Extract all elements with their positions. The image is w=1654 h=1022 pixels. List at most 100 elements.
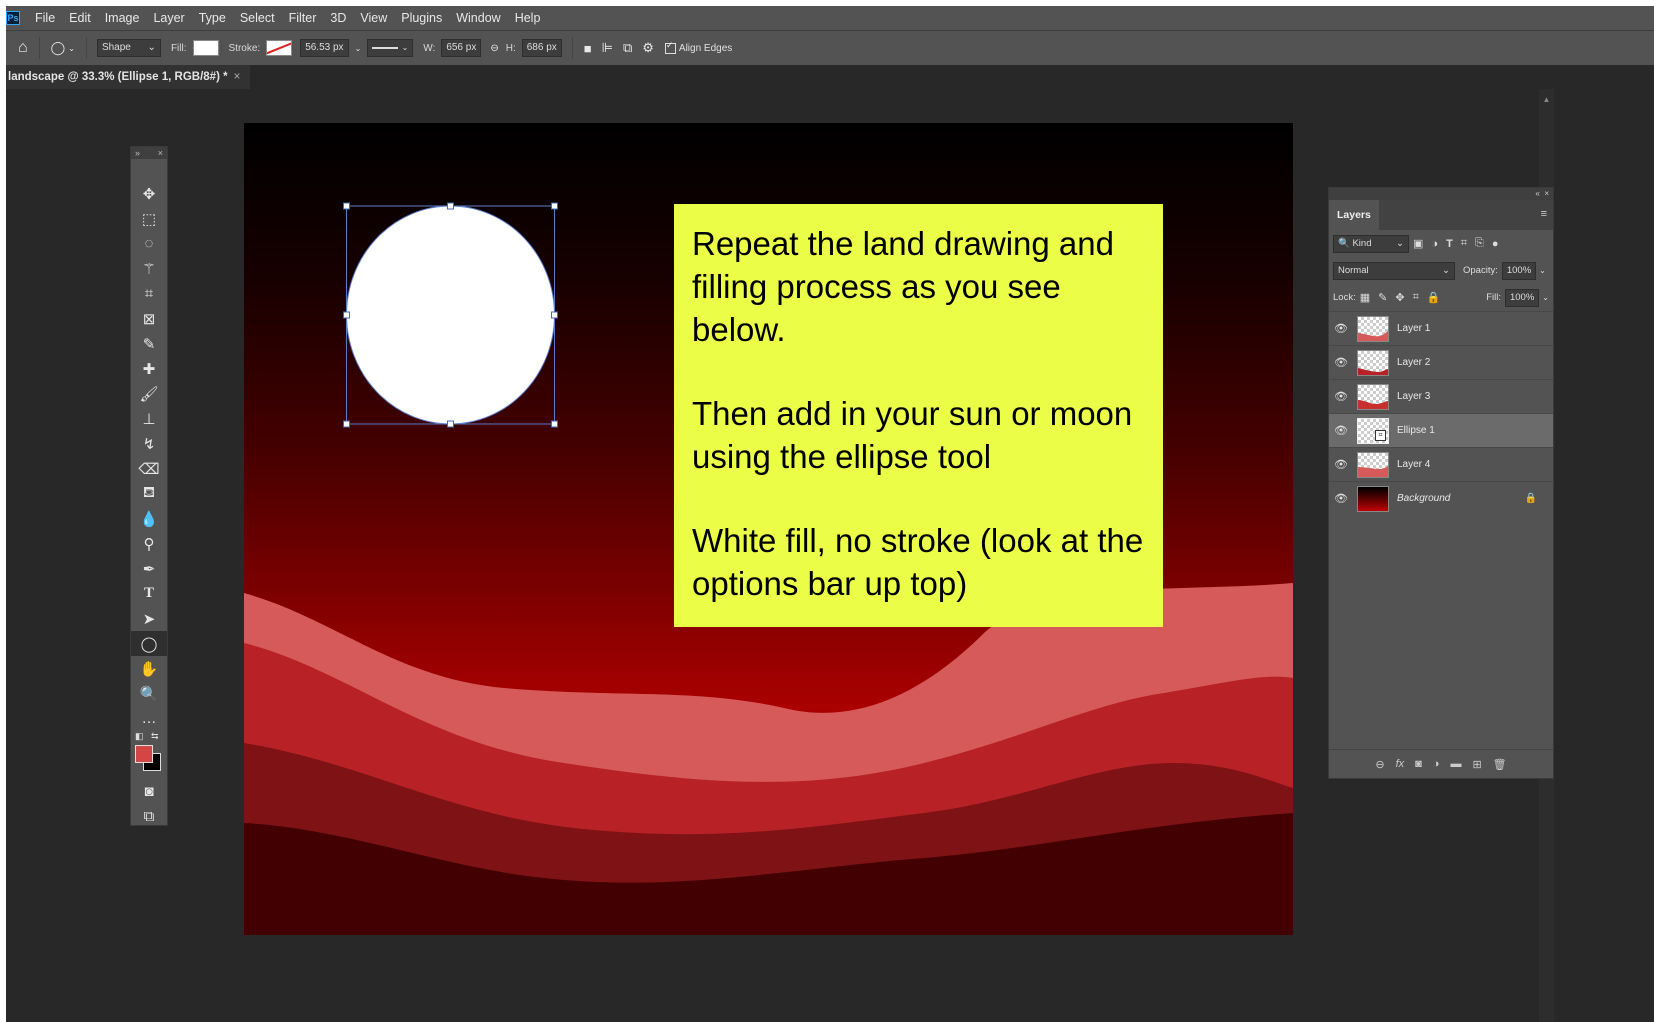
- filter-toggle-icon[interactable]: ●: [1492, 238, 1499, 250]
- marquee-tool-icon[interactable]: ⬚: [131, 206, 167, 231]
- path-selection-tool-icon[interactable]: ➤: [131, 606, 167, 631]
- crop-tool-icon[interactable]: ⌗: [131, 281, 167, 306]
- fill-swatch[interactable]: [192, 40, 219, 56]
- fill-input[interactable]: 100%: [1504, 288, 1540, 307]
- menu-view[interactable]: View: [353, 6, 394, 30]
- layer-row[interactable]: 👁 Layer 3: [1329, 379, 1553, 413]
- close-icon[interactable]: ×: [158, 147, 163, 159]
- visibility-eye-icon[interactable]: 👁: [1329, 322, 1353, 335]
- lock-transparent-icon[interactable]: ▦: [1360, 291, 1370, 304]
- history-brush-tool-icon[interactable]: ↯: [131, 431, 167, 456]
- stroke-swatch[interactable]: [266, 40, 293, 56]
- menu-type[interactable]: Type: [192, 6, 233, 30]
- menu-plugins[interactable]: Plugins: [394, 6, 449, 30]
- pen-tool-icon[interactable]: ✒: [131, 556, 167, 581]
- adjustment-layer-icon[interactable]: ◑: [1433, 758, 1440, 770]
- path-arrangement-icon[interactable]: ⧉: [623, 40, 632, 56]
- stroke-width-input[interactable]: 56.53 px: [300, 39, 349, 57]
- visibility-eye-icon[interactable]: 👁: [1329, 390, 1353, 403]
- collapse-icon[interactable]: «: [1535, 189, 1539, 198]
- gear-icon[interactable]: ⚙: [642, 40, 654, 56]
- tab-layers[interactable]: Layers: [1329, 200, 1379, 230]
- brush-tool-icon[interactable]: 🖌: [131, 381, 167, 406]
- tools-panel-header[interactable]: » ×: [131, 147, 167, 159]
- align-edges-checkbox[interactable]: [664, 40, 676, 54]
- visibility-eye-icon[interactable]: 👁: [1329, 356, 1353, 369]
- filter-adjustment-icon[interactable]: ◑: [1431, 238, 1438, 250]
- trash-icon[interactable]: 🗑: [1493, 758, 1507, 771]
- hand-tool-icon[interactable]: ✋: [131, 656, 167, 681]
- add-mask-icon[interactable]: ◙: [1415, 758, 1422, 770]
- menu-help[interactable]: Help: [508, 6, 548, 30]
- path-alignment-icon[interactable]: ⊫: [602, 40, 613, 56]
- width-input[interactable]: 656 px: [441, 39, 482, 57]
- opacity-input[interactable]: 100%: [1501, 261, 1537, 280]
- dodge-tool-icon[interactable]: ⚲: [131, 531, 167, 556]
- menu-edit[interactable]: Edit: [62, 6, 98, 30]
- visibility-eye-icon[interactable]: 👁: [1329, 492, 1353, 505]
- layer-row[interactable]: 👁 Layer 2: [1329, 345, 1553, 379]
- swap-colors-icon[interactable]: ⇆: [151, 731, 159, 742]
- lock-position-icon[interactable]: ✥: [1395, 291, 1404, 304]
- document-tab[interactable]: landscape @ 33.3% (Ellipse 1, RGB/8#) * ×: [6, 65, 251, 89]
- close-tab-icon[interactable]: ×: [234, 71, 241, 83]
- filter-type-icon[interactable]: T: [1446, 238, 1453, 250]
- eraser-tool-icon[interactable]: ⌫: [131, 456, 167, 481]
- ellipse-tool-preset-icon[interactable]: ◯: [51, 40, 66, 56]
- default-colors-icon[interactable]: ◧: [135, 731, 144, 742]
- stroke-type-select[interactable]: ⌄: [367, 39, 414, 57]
- menu-filter[interactable]: Filter: [282, 6, 324, 30]
- eyedropper-tool-icon[interactable]: ✎: [131, 331, 167, 356]
- menu-3d[interactable]: 3D: [323, 6, 353, 30]
- menu-layer[interactable]: Layer: [146, 6, 191, 30]
- chevron-down-icon[interactable]: ⌄: [355, 44, 362, 53]
- magic-wand-tool-icon[interactable]: ⚚: [131, 256, 167, 281]
- visibility-eye-icon[interactable]: 👁: [1329, 458, 1353, 471]
- type-tool-icon[interactable]: T: [131, 581, 167, 606]
- blur-tool-icon[interactable]: 💧: [131, 506, 167, 531]
- new-group-icon[interactable]: ▬: [1450, 758, 1461, 770]
- chevron-down-icon[interactable]: ⌄: [68, 44, 75, 53]
- ellipse-tool-icon[interactable]: ◯: [131, 631, 167, 656]
- visibility-eye-icon[interactable]: 👁: [1329, 424, 1353, 437]
- filter-shape-icon[interactable]: ⌗: [1461, 237, 1467, 250]
- scroll-up-icon[interactable]: ▲: [1539, 95, 1554, 104]
- healing-brush-tool-icon[interactable]: ✚: [131, 356, 167, 381]
- height-input[interactable]: 686 px: [521, 39, 562, 57]
- quick-mask-icon[interactable]: ◙: [131, 779, 167, 804]
- clone-stamp-tool-icon[interactable]: ⊥: [131, 406, 167, 431]
- lock-all-icon[interactable]: 🔒: [1427, 291, 1441, 304]
- lock-artboard-icon[interactable]: ⌗: [1413, 291, 1419, 304]
- path-operations-icon[interactable]: ■: [584, 41, 592, 56]
- blend-mode-select[interactable]: Normal ⌄: [1333, 261, 1455, 280]
- panel-menu-icon[interactable]: ≡: [1541, 208, 1547, 220]
- layer-row[interactable]: 👁 Background 🔒: [1329, 481, 1553, 515]
- zoom-tool-icon[interactable]: 🔍: [131, 681, 167, 706]
- new-layer-icon[interactable]: ⊞: [1472, 758, 1481, 771]
- filter-smart-object-icon[interactable]: ⎘: [1475, 237, 1484, 250]
- layers-panel-header[interactable]: « ×: [1329, 188, 1553, 200]
- close-icon[interactable]: ×: [1544, 189, 1549, 198]
- collapse-icon[interactable]: »: [135, 147, 140, 159]
- menu-select[interactable]: Select: [233, 6, 282, 30]
- layer-style-fx-icon[interactable]: fx: [1396, 758, 1405, 770]
- layer-row-selected[interactable]: 👁 ⌗ Ellipse 1: [1329, 413, 1553, 447]
- chevron-down-icon[interactable]: ⌄: [1542, 293, 1549, 302]
- frame-tool-icon[interactable]: ⊠: [131, 306, 167, 331]
- layer-row[interactable]: 👁 Layer 1: [1329, 311, 1553, 345]
- paint-bucket-tool-icon[interactable]: ⛾: [131, 481, 167, 506]
- menu-window[interactable]: Window: [449, 6, 507, 30]
- menu-image[interactable]: Image: [98, 6, 147, 30]
- filter-pixel-icon[interactable]: ▣: [1413, 237, 1423, 250]
- chevron-down-icon[interactable]: ⌄: [1539, 266, 1546, 275]
- move-tool-icon[interactable]: ✥: [131, 181, 167, 206]
- filter-kind-select[interactable]: 🔍 Kind ⌄: [1333, 234, 1409, 253]
- lasso-tool-icon[interactable]: ◌: [131, 231, 167, 256]
- foreground-color-swatch[interactable]: [135, 745, 153, 763]
- link-layers-icon[interactable]: ⊖: [1375, 758, 1384, 771]
- link-icon[interactable]: ⊖: [490, 43, 498, 54]
- tool-mode-select[interactable]: Shape ⌄: [96, 39, 161, 57]
- home-icon[interactable]: ⌂: [18, 39, 28, 57]
- more-tools-icon[interactable]: …: [131, 706, 167, 731]
- layer-row[interactable]: 👁 Layer 4: [1329, 447, 1553, 481]
